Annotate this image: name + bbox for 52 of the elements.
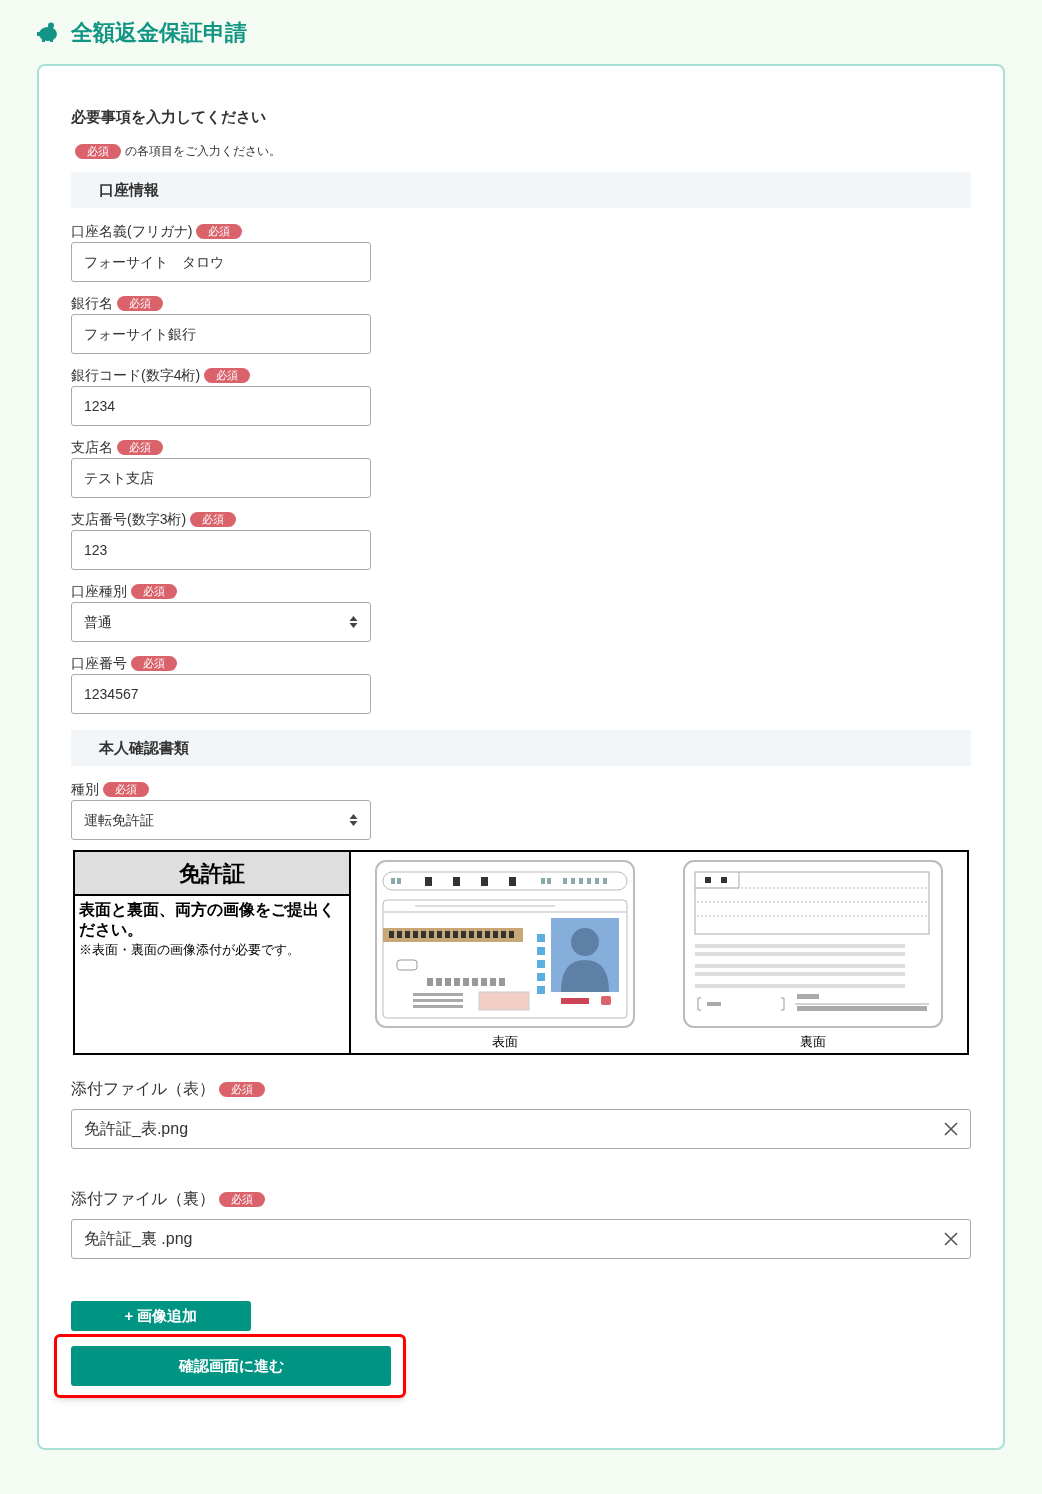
field-label: 銀行名 [71, 293, 113, 313]
select-arrows-icon [349, 615, 358, 629]
file-field[interactable]: 免許証_表.png [71, 1109, 971, 1149]
section-header: 口座情報 [71, 172, 971, 208]
input-field[interactable]: フォーサイト銀行 [71, 314, 371, 354]
required-badge: 必須 [196, 223, 243, 239]
confirm-button[interactable]: 確認画面に進む [71, 1346, 391, 1386]
field-label: 種別 [71, 779, 99, 799]
file-field[interactable]: 免許証_裏 .png [71, 1219, 971, 1259]
required-badge: 必須 [219, 1081, 265, 1097]
guide-instruction: 表面と裏面、両方の画像をご提出ください。 [78, 900, 336, 940]
input-field[interactable]: 1234 [71, 386, 371, 426]
required-badge: 必須 [117, 439, 163, 455]
input-field[interactable]: フォーサイト タロウ [71, 242, 371, 282]
input-field[interactable]: 1234567 [71, 674, 371, 714]
image-caption: 表面 [492, 1033, 518, 1051]
field-label: 口座名義(フリガナ) [71, 221, 193, 241]
file-name: 免許証_表.png [84, 1119, 189, 1139]
piggy-bank-icon [37, 22, 59, 42]
add-image-button[interactable]: + 画像追加 [71, 1301, 251, 1331]
select-arrows-icon [349, 813, 358, 827]
required-badge: 必須 [190, 511, 237, 527]
field-label: 口座種別 [71, 581, 127, 601]
guide-note: ※表面・裏面の画像添付が必要です。 [78, 941, 301, 959]
close-icon[interactable] [944, 1232, 958, 1246]
input-field[interactable]: テスト支店 [71, 458, 371, 498]
field-label: 口座番号 [71, 653, 127, 673]
required-badge: 必須 [117, 295, 163, 311]
select-field[interactable]: 普通 [71, 602, 371, 642]
required-badge: 必須 [103, 781, 149, 797]
input-field[interactable]: 123 [71, 530, 371, 570]
required-badge: 必須 [219, 1191, 265, 1207]
section-header: 本人確認書類 [71, 730, 971, 766]
field-label: 支店名 [71, 437, 113, 457]
file-name: 免許証_裏 .png [84, 1229, 193, 1249]
page-title: 全額返金保証申請 [71, 18, 247, 47]
required-badge: 必須 [131, 583, 177, 599]
guide-title: 免許証 [75, 852, 349, 896]
select-value: 普通 [84, 612, 112, 632]
field-label: 銀行コード(数字4桁) [71, 365, 201, 385]
field-label: 添付ファイル（裏） [71, 1189, 215, 1209]
close-icon[interactable] [944, 1122, 958, 1136]
field-label: 添付ファイル（表） [71, 1079, 215, 1099]
required-badge: 必須 [204, 367, 251, 383]
required-badge: 必須 [131, 655, 177, 671]
required-note: の各項目をご入力ください。 [125, 143, 281, 160]
form-heading: 必要事項を入力してください [71, 107, 267, 127]
field-label: 支店番号(数字3桁) [71, 509, 187, 529]
select-field[interactable]: 運転免許証 [71, 800, 371, 840]
required-badge: 必須 [75, 143, 121, 159]
select-value: 運転免許証 [84, 810, 154, 830]
image-caption: 裏面 [800, 1033, 826, 1051]
